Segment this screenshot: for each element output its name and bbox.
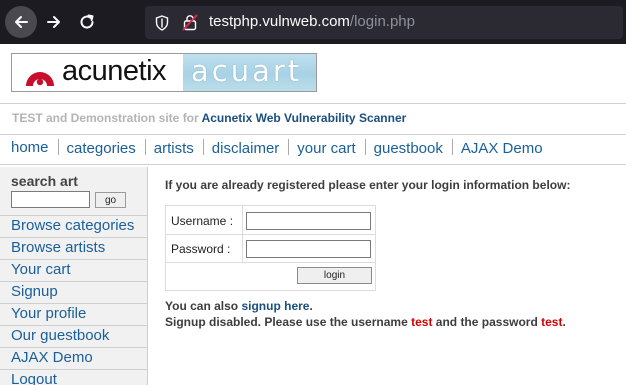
shield-icon[interactable]: [155, 15, 169, 31]
search-input[interactable]: [11, 191, 90, 208]
left-sidebar: search art go Browse categories Browse a…: [0, 167, 148, 385]
password-field[interactable]: [246, 240, 371, 258]
login-heading: If you are already registered please ent…: [165, 178, 571, 192]
sidebar-item-ajax-demo[interactable]: AJAX Demo: [0, 347, 147, 369]
demo-username: test: [411, 315, 433, 329]
sidebar-item-your-cart[interactable]: Your cart: [0, 259, 147, 281]
url-bar[interactable]: testphp.vulnweb.com/login.php: [145, 6, 623, 39]
menu-guestbook[interactable]: guestbook: [374, 140, 443, 157]
menu-separator: [364, 139, 366, 155]
password-label: Password :: [171, 242, 231, 256]
acunetix-logo[interactable]: acunetix: [12, 54, 183, 91]
sidebar-item-signup[interactable]: Signup: [0, 281, 147, 303]
menu-separator: [288, 139, 290, 155]
site-tagline: TEST and Demonstration site for Acunetix…: [12, 111, 406, 125]
sidebar-item-logout[interactable]: Logout: [0, 369, 147, 385]
sidebar-item-your-profile[interactable]: Your profile: [0, 303, 147, 325]
browser-toolbar: testphp.vulnweb.com/login.php: [0, 0, 626, 44]
menu-home[interactable]: home: [11, 139, 49, 157]
url-path: /login.php: [349, 13, 415, 30]
search-art-title: search art: [11, 173, 78, 189]
menu-separator: [451, 139, 453, 155]
top-menu: home categories artists disclaimer your …: [0, 134, 626, 165]
acunetix-logo-icon: [26, 72, 54, 86]
sidebar-links: Browse categories Browse artists Your ca…: [0, 215, 147, 385]
sidebar-item-browse-categories[interactable]: Browse categories: [0, 215, 147, 237]
menu-separator: [144, 139, 146, 155]
arrow-left-icon: [15, 16, 28, 28]
signup-disabled-text: Signup disabled. Please use the username…: [165, 315, 566, 329]
disabled-part1: Signup disabled. Please use the username: [165, 315, 412, 329]
username-field[interactable]: [246, 212, 371, 230]
forward-button[interactable]: [38, 6, 70, 38]
site-banner[interactable]: acunetix acuart: [11, 53, 317, 92]
tagline-prefix: TEST and Demonstration site for: [12, 111, 202, 125]
disabled-part2: and the password: [432, 315, 542, 329]
reload-button[interactable]: [71, 6, 103, 38]
login-button[interactable]: login: [297, 267, 372, 284]
acuart-logo[interactable]: acuart: [183, 54, 316, 91]
signup-suffix: .: [309, 299, 313, 313]
menu-artists[interactable]: artists: [154, 140, 194, 157]
username-label: Username :: [171, 214, 234, 228]
divider: [0, 103, 626, 104]
form-divider: [166, 234, 375, 235]
signup-text: You can also signup here.: [165, 299, 313, 313]
back-button[interactable]: [5, 6, 37, 38]
acuart-logo-text: acuart: [191, 54, 303, 88]
signup-prefix: You can also: [165, 299, 242, 313]
insecure-lock-icon[interactable]: [182, 14, 198, 31]
disabled-part3: .: [562, 315, 566, 329]
reload-icon: [80, 14, 94, 29]
sidebar-item-our-guestbook[interactable]: Our guestbook: [0, 325, 147, 347]
menu-categories[interactable]: categories: [67, 140, 136, 157]
menu-disclaimer[interactable]: disclaimer: [212, 140, 280, 157]
scanner-link[interactable]: Acunetix Web Vulnerability Scanner: [202, 111, 407, 125]
demo-password: test: [541, 315, 563, 329]
menu-separator: [57, 139, 59, 155]
menu-ajax-demo[interactable]: AJAX Demo: [461, 140, 543, 157]
url-host: testphp.vulnweb.com: [209, 13, 350, 30]
form-divider: [166, 262, 375, 263]
menu-separator: [202, 139, 204, 155]
login-form: Username : Password : login: [165, 205, 376, 291]
menu-your-cart[interactable]: your cart: [297, 140, 355, 157]
acunetix-logo-text: acunetix: [62, 55, 167, 87]
signup-link[interactable]: signup here: [241, 299, 309, 313]
arrow-right-icon: [47, 16, 60, 28]
url-text[interactable]: testphp.vulnweb.com/login.php: [209, 13, 415, 30]
web-page: acunetix acuart TEST and Demonstration s…: [0, 44, 626, 385]
sidebar-item-browse-artists[interactable]: Browse artists: [0, 237, 147, 259]
go-button[interactable]: go: [95, 192, 126, 208]
